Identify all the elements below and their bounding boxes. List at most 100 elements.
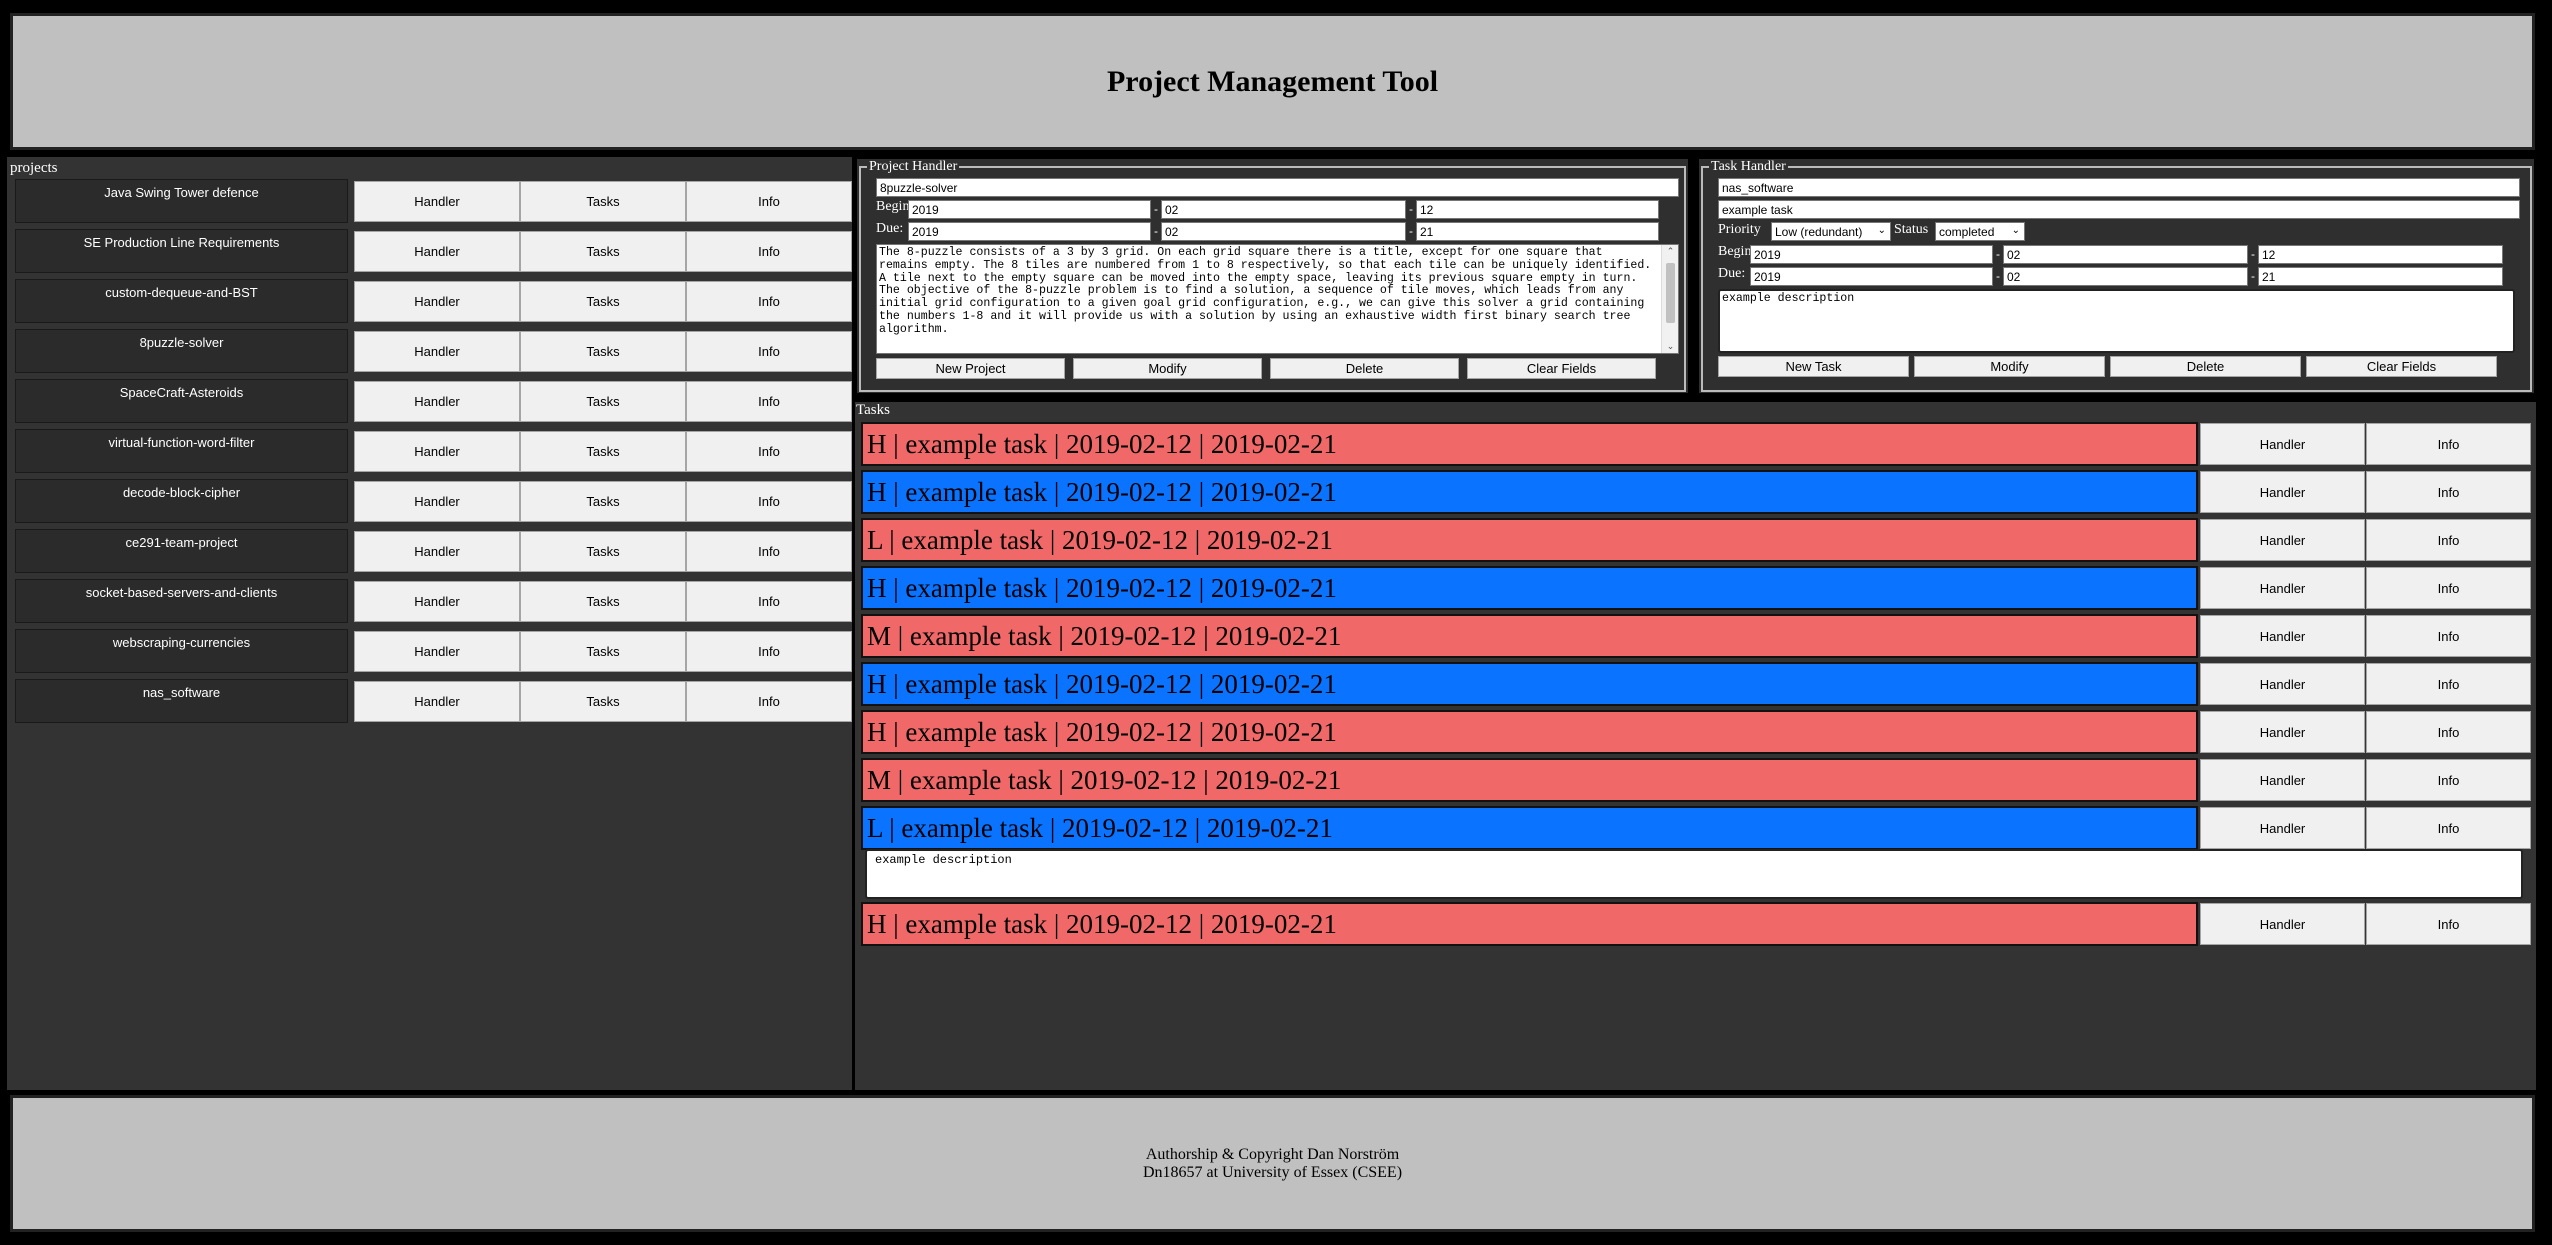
project-tasks-button[interactable]: Tasks bbox=[520, 431, 686, 472]
priority-select-value: Low (redundant) bbox=[1775, 224, 1863, 239]
project-tasks-button[interactable]: Tasks bbox=[520, 581, 686, 622]
project-info-button[interactable]: Info bbox=[686, 631, 852, 672]
project-handler-button[interactable]: Handler bbox=[354, 381, 520, 422]
project-due-month-input[interactable]: 02 bbox=[1161, 222, 1406, 241]
project-handler-button[interactable]: Handler bbox=[354, 531, 520, 572]
task-info-button[interactable]: Info bbox=[2366, 471, 2531, 513]
project-due-day-input[interactable]: 21 bbox=[1416, 222, 1659, 241]
delete-project-button[interactable]: Delete bbox=[1270, 358, 1459, 379]
task-summary[interactable]: M | example task | 2019-02-12 | 2019-02-… bbox=[861, 758, 2198, 802]
task-summary[interactable]: L | example task | 2019-02-12 | 2019-02-… bbox=[861, 806, 2198, 850]
project-handler-button[interactable]: Handler bbox=[354, 631, 520, 672]
task-begin-month-input[interactable]: 02 bbox=[2003, 245, 2248, 264]
project-info-button[interactable]: Info bbox=[686, 431, 852, 472]
expanded-task-description[interactable]: example description bbox=[865, 849, 2523, 899]
task-info-button[interactable]: Info bbox=[2366, 903, 2531, 945]
project-handler-button[interactable]: Handler bbox=[354, 581, 520, 622]
project-name-input[interactable]: 8puzzle-solver bbox=[876, 178, 1679, 197]
task-handler-button[interactable]: Handler bbox=[2200, 807, 2365, 849]
task-due-year-input[interactable]: 2019 bbox=[1750, 267, 1993, 286]
project-info-button[interactable]: Info bbox=[686, 681, 852, 722]
task-handler-button[interactable]: Handler bbox=[2200, 663, 2365, 705]
task-begin-year-input[interactable]: 2019 bbox=[1750, 245, 1993, 264]
project-tasks-button[interactable]: Tasks bbox=[520, 631, 686, 672]
project-handler-button[interactable]: Handler bbox=[354, 681, 520, 722]
project-info-button[interactable]: Info bbox=[686, 581, 852, 622]
description-scrollbar[interactable]: ⌃ ⌄ bbox=[1661, 245, 1678, 353]
task-info-button[interactable]: Info bbox=[2366, 615, 2531, 657]
project-info-button[interactable]: Info bbox=[686, 281, 852, 322]
task-summary[interactable]: H | example task | 2019-02-12 | 2019-02-… bbox=[861, 470, 2198, 514]
priority-select[interactable]: Low (redundant) ⌄ bbox=[1771, 222, 1891, 241]
project-info-button[interactable]: Info bbox=[686, 531, 852, 572]
task-info-button[interactable]: Info bbox=[2366, 519, 2531, 561]
project-description-textarea[interactable]: The 8-puzzle consists of a 3 by 3 grid. … bbox=[876, 244, 1679, 354]
task-info-button[interactable]: Info bbox=[2366, 567, 2531, 609]
task-summary[interactable]: H | example task | 2019-02-12 | 2019-02-… bbox=[861, 902, 2198, 946]
project-info-button[interactable]: Info bbox=[686, 381, 852, 422]
task-begin-day-input[interactable]: 12 bbox=[2258, 245, 2503, 264]
task-info-button[interactable]: Info bbox=[2366, 423, 2531, 465]
modify-project-button[interactable]: Modify bbox=[1073, 358, 1262, 379]
project-tasks-button[interactable]: Tasks bbox=[520, 531, 686, 572]
project-handler-button[interactable]: Handler bbox=[354, 181, 520, 222]
clear-task-fields-button[interactable]: Clear Fields bbox=[2306, 356, 2497, 377]
project-info-button[interactable]: Info bbox=[686, 481, 852, 522]
project-info-button[interactable]: Info bbox=[686, 331, 852, 372]
task-info-button[interactable]: Info bbox=[2366, 663, 2531, 705]
task-description-textarea[interactable]: example description bbox=[1718, 289, 2515, 353]
scroll-up-icon[interactable]: ⌃ bbox=[1662, 246, 1678, 257]
scroll-thumb[interactable] bbox=[1666, 263, 1675, 323]
task-info-button[interactable]: Info bbox=[2366, 759, 2531, 801]
project-tasks-button[interactable]: Tasks bbox=[520, 481, 686, 522]
project-name: SE Production Line Requirements bbox=[15, 229, 348, 273]
clear-project-fields-button[interactable]: Clear Fields bbox=[1467, 358, 1656, 379]
task-due-month-input[interactable]: 02 bbox=[2003, 267, 2248, 286]
project-handler-button[interactable]: Handler bbox=[354, 431, 520, 472]
task-info-button[interactable]: Info bbox=[2366, 807, 2531, 849]
task-handler-button[interactable]: Handler bbox=[2200, 423, 2365, 465]
project-handler-button[interactable]: Handler bbox=[354, 231, 520, 272]
task-handler-button[interactable]: Handler bbox=[2200, 759, 2365, 801]
task-summary[interactable]: L | example task | 2019-02-12 | 2019-02-… bbox=[861, 518, 2198, 562]
task-handler-button[interactable]: Handler bbox=[2200, 471, 2365, 513]
scroll-down-icon[interactable]: ⌄ bbox=[1662, 341, 1678, 352]
project-info-button[interactable]: Info bbox=[686, 231, 852, 272]
project-tasks-button[interactable]: Tasks bbox=[520, 181, 686, 222]
status-select[interactable]: completed ⌄ bbox=[1935, 222, 2025, 241]
modify-task-button[interactable]: Modify bbox=[1914, 356, 2105, 377]
task-summary[interactable]: H | example task | 2019-02-12 | 2019-02-… bbox=[861, 710, 2198, 754]
task-handler-button[interactable]: Handler bbox=[2200, 519, 2365, 561]
project-handler-button[interactable]: Handler bbox=[354, 481, 520, 522]
task-info-button[interactable]: Info bbox=[2366, 711, 2531, 753]
task-handler-button[interactable]: Handler bbox=[2200, 615, 2365, 657]
task-summary[interactable]: H | example task | 2019-02-12 | 2019-02-… bbox=[861, 566, 2198, 610]
project-handler-button[interactable]: Handler bbox=[354, 331, 520, 372]
chevron-down-icon: ⌄ bbox=[1877, 225, 1886, 236]
date-separator: - bbox=[1996, 269, 2000, 283]
project-begin-day-input[interactable]: 12 bbox=[1416, 200, 1659, 219]
project-info-button[interactable]: Info bbox=[686, 181, 852, 222]
project-tasks-button[interactable]: Tasks bbox=[520, 231, 686, 272]
new-task-button[interactable]: New Task bbox=[1718, 356, 1909, 377]
project-tasks-button[interactable]: Tasks bbox=[520, 331, 686, 372]
task-handler-button[interactable]: Handler bbox=[2200, 567, 2365, 609]
task-summary[interactable]: M | example task | 2019-02-12 | 2019-02-… bbox=[861, 614, 2198, 658]
task-handler-button[interactable]: Handler bbox=[2200, 903, 2365, 945]
task-due-day-input[interactable]: 21 bbox=[2258, 267, 2503, 286]
task-summary[interactable]: H | example task | 2019-02-12 | 2019-02-… bbox=[861, 662, 2198, 706]
task-summary[interactable]: H | example task | 2019-02-12 | 2019-02-… bbox=[861, 422, 2198, 466]
project-handler-button[interactable]: Handler bbox=[354, 281, 520, 322]
delete-task-button[interactable]: Delete bbox=[2110, 356, 2301, 377]
new-project-button[interactable]: New Project bbox=[876, 358, 1065, 379]
task-due-label: Due: bbox=[1718, 266, 1746, 281]
project-begin-month-input[interactable]: 02 bbox=[1161, 200, 1406, 219]
project-begin-year-input[interactable]: 2019 bbox=[908, 200, 1151, 219]
project-tasks-button[interactable]: Tasks bbox=[520, 281, 686, 322]
task-name-input[interactable]: example task bbox=[1718, 200, 2520, 219]
project-tasks-button[interactable]: Tasks bbox=[520, 381, 686, 422]
task-handler-button[interactable]: Handler bbox=[2200, 711, 2365, 753]
task-project-input[interactable]: nas_software bbox=[1718, 178, 2520, 197]
project-tasks-button[interactable]: Tasks bbox=[520, 681, 686, 722]
project-due-year-input[interactable]: 2019 bbox=[908, 222, 1151, 241]
